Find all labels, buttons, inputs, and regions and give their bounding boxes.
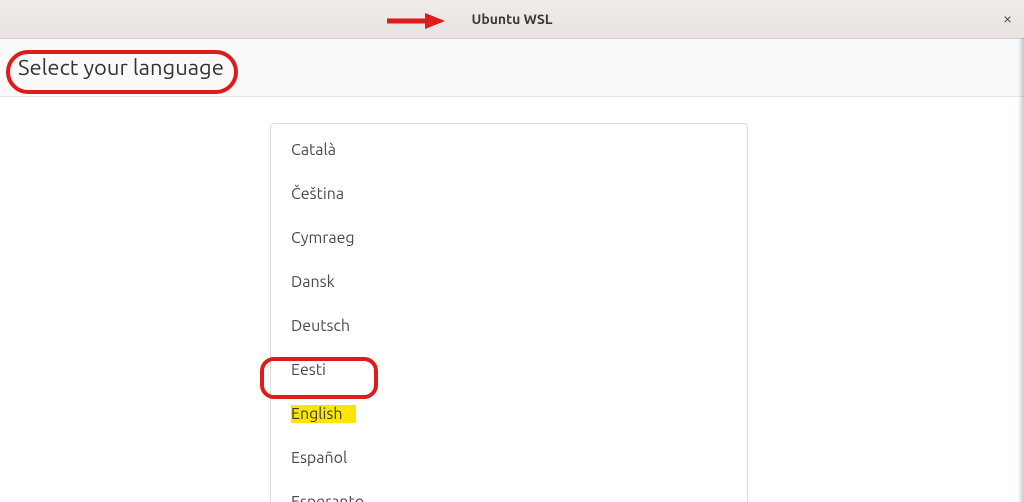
main-content: Català Čeština Cymraeg Dansk Deutsch Ees… — [0, 97, 1024, 502]
window-titlebar: Ubuntu WSL × — [0, 0, 1024, 39]
language-option[interactable]: Dansk — [271, 260, 747, 304]
close-icon[interactable]: × — [1003, 11, 1012, 27]
window-right-edge-shadow — [1018, 38, 1024, 502]
language-option[interactable]: Cymraeg — [271, 216, 747, 260]
language-label: Deutsch — [291, 317, 350, 335]
language-option-english[interactable]: English — [271, 392, 747, 436]
language-label: Eesti — [291, 361, 326, 379]
language-label: Esperanto — [291, 493, 364, 502]
page-title: Select your language — [18, 55, 224, 80]
language-option[interactable]: Čeština — [271, 172, 747, 216]
language-option[interactable]: Deutsch — [271, 304, 747, 348]
language-label: Čeština — [291, 185, 344, 203]
language-label: English — [291, 405, 356, 423]
language-option[interactable]: Eesti — [271, 348, 747, 392]
language-label: Español — [291, 449, 347, 467]
language-option[interactable]: Español — [271, 436, 747, 480]
language-list: Català Čeština Cymraeg Dansk Deutsch Ees… — [270, 123, 748, 502]
language-label: Dansk — [291, 273, 335, 291]
language-option[interactable]: Esperanto — [271, 480, 747, 502]
language-label: Cymraeg — [291, 229, 355, 247]
window-title: Ubuntu WSL — [472, 11, 553, 27]
language-option[interactable]: Català — [271, 128, 747, 172]
annotation-arrow-icon — [385, 12, 445, 30]
page-header: Select your language — [0, 39, 1024, 97]
language-label: Català — [291, 141, 336, 159]
